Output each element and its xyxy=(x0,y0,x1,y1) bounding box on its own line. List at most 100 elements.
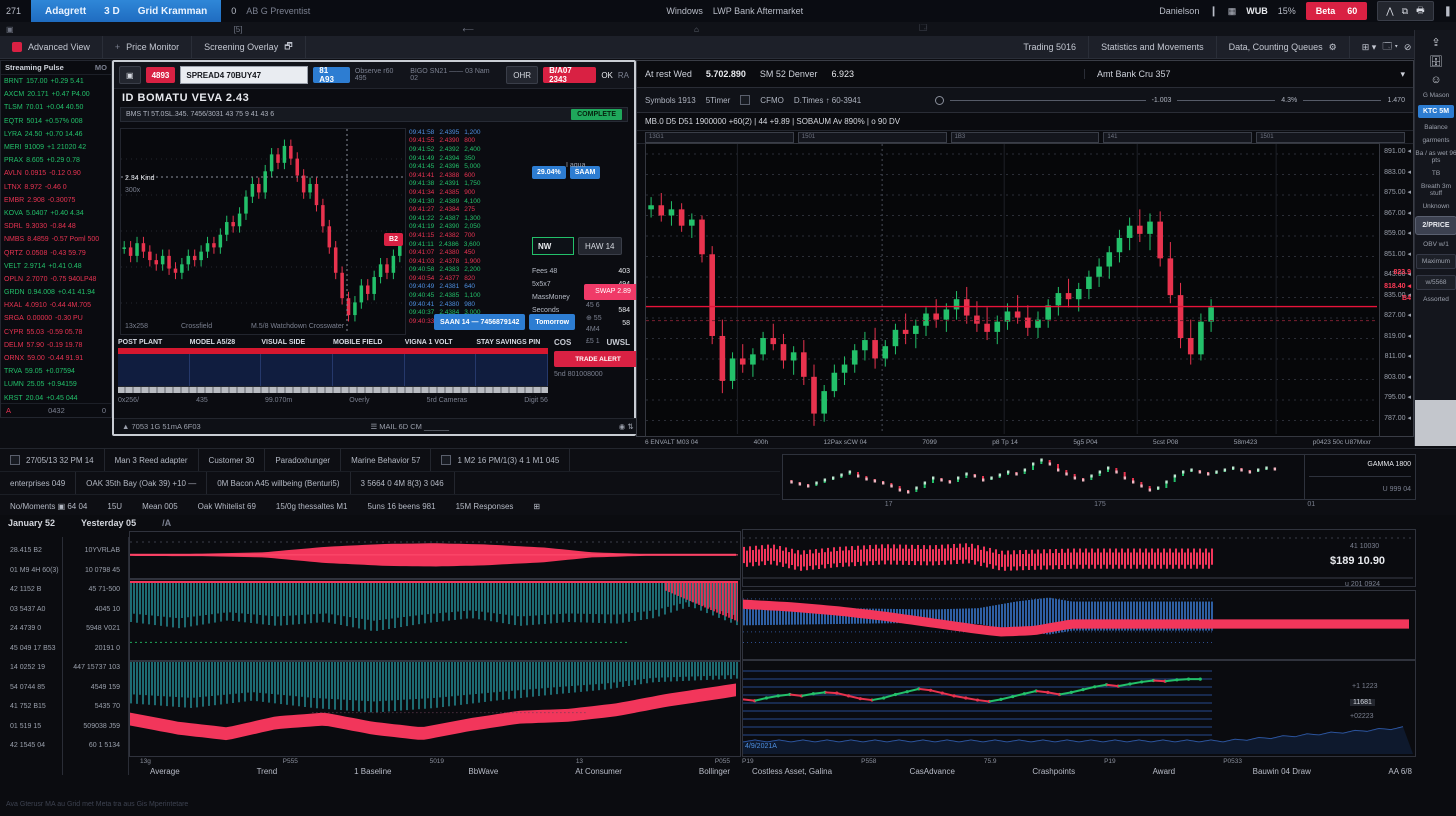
screening-overlay-control[interactable]: Screening Overlay 🗗 xyxy=(192,36,306,58)
watchlist-row[interactable]: LYRA24.50+0.70 14.46 xyxy=(1,128,111,141)
watchlist-row[interactable]: CYPR55.03-0.59 05.78 xyxy=(1,326,111,339)
indicator-L2[interactable] xyxy=(129,579,741,661)
overlay-checkbox[interactable] xyxy=(740,95,750,105)
assorted-label[interactable]: Assorted xyxy=(1423,296,1449,303)
phone-icon[interactable]: ❙ xyxy=(1209,6,1217,17)
rail-item-5[interactable]: TB xyxy=(1432,170,1440,177)
time-and-sales[interactable]: 09:41:582.43951,20009:41:552.439080009:4… xyxy=(409,128,529,333)
qty-input[interactable]: NW xyxy=(532,237,574,255)
alert-indicator[interactable]: A xyxy=(6,406,11,415)
watchlist-row[interactable]: GRDN0.94.008+0.41 41.94 xyxy=(1,286,111,299)
advanced-view-control[interactable]: Advanced View xyxy=(0,36,103,58)
haw-button[interactable]: HAW 14 xyxy=(578,237,622,255)
app-icon[interactable]: ▣ xyxy=(6,25,14,34)
dtimes-control[interactable]: D.Times ↑ 60-3941 xyxy=(794,96,861,105)
tab-1[interactable]: Adagrett xyxy=(45,6,86,17)
sell-hotkey-button[interactable]: B/A07 2343 xyxy=(543,67,596,83)
layers-icon[interactable]: ⧉ xyxy=(1402,6,1408,17)
maximum-box[interactable]: Maximum xyxy=(1416,254,1456,269)
mid-menu-item-6[interactable]: 15M Responses xyxy=(446,495,524,517)
watchlist-row[interactable]: BRNT157.00+0.29 5.41 xyxy=(1,75,111,88)
position-marker[interactable]: B2 xyxy=(384,233,403,246)
statistics-menu[interactable]: Statistics and Movements xyxy=(1089,36,1217,58)
mid-seg-a0[interactable]: 27/05/13 32 PM 14 xyxy=(0,449,105,471)
range-slider[interactable]: -1.003 4.3% 1.470 xyxy=(935,96,1405,105)
back-arrow-icon[interactable]: ⟵ xyxy=(462,25,473,34)
titlebar-center-1[interactable]: Windows xyxy=(666,6,703,16)
time-axis[interactable]: 6 ENVALT M03 04400h12Pax sCW 047099p8 Tp… xyxy=(645,439,1371,446)
mid-seg-a2[interactable]: Customer 30 xyxy=(199,449,266,471)
table-header-cell[interactable]: POST PLANT xyxy=(118,339,190,346)
price-mode-button[interactable]: 2/PRICE xyxy=(1415,216,1456,235)
indicator-R1[interactable] xyxy=(742,529,1416,587)
mid-seg-a4[interactable]: Marine Behavior 57 xyxy=(341,449,431,471)
w5568-box[interactable]: w/5568 xyxy=(1416,275,1456,290)
mid-seg-b0[interactable]: enterprises 049 xyxy=(0,472,76,494)
mid-seg-a1[interactable]: Man 3 Reed adapter xyxy=(105,449,199,471)
data-menu[interactable]: Data, Counting Queues⚙ xyxy=(1217,36,1350,58)
truck-icon[interactable]: 🖶 xyxy=(1416,3,1425,19)
user-icon[interactable]: ☺ xyxy=(1430,74,1441,86)
tab-3[interactable]: Grid Kramman xyxy=(138,6,207,17)
mid-menu-item-3[interactable]: Oak Whitelist 69 xyxy=(188,495,266,517)
mid-seg-b3[interactable]: 3 5664 0 4M 8(3) 3 046 xyxy=(351,472,455,494)
rail-item-0[interactable]: G Mason xyxy=(1423,92,1449,99)
watchlist-row[interactable]: NMBS8.4859-0.57 Poml 500 xyxy=(1,233,111,246)
mini-chart[interactable]: 2.34 Kind 300x 13x258 Crossfield M.5/8 W… xyxy=(120,128,406,335)
timer-control[interactable]: 5Timer xyxy=(706,96,731,105)
watchlist-row[interactable]: DELM57.90-0.19 19.78 xyxy=(1,339,111,352)
mid-menu-item-7[interactable]: ⊞ xyxy=(523,495,550,517)
grid-icon[interactable]: ▦ xyxy=(1228,6,1237,17)
more-icon[interactable]: ❚ xyxy=(1444,6,1456,17)
block-icon[interactable]: ⊘ xyxy=(1404,42,1412,53)
copy-icon[interactable]: 🗗 xyxy=(284,39,292,55)
watchlist-row[interactable]: SDRL9.3030-0.84 48 xyxy=(1,220,111,233)
mid-seg-a3[interactable]: Paradoxhunger xyxy=(265,449,341,471)
watchlist-row[interactable]: LTNX8.972-0.46 0 xyxy=(1,181,111,194)
watchlist-row[interactable]: MERI91009+1 21020 42 xyxy=(1,141,111,154)
chart-icon[interactable]: ⋀ xyxy=(1386,6,1393,17)
positions-table[interactable]: POST PLANTMODEL A5/28VISUAL SIDEMOBILE F… xyxy=(118,336,548,407)
segment-box[interactable]: 1501 xyxy=(798,132,947,143)
trade-alert-button[interactable]: TRADE ALERT xyxy=(554,351,642,367)
cfmo-control[interactable]: CFMO xyxy=(760,96,784,105)
period-label-1[interactable]: January 52 xyxy=(8,518,55,528)
watchlist-row[interactable]: EMBR2.908-0.30075 xyxy=(1,194,111,207)
rail-item-3[interactable]: garments xyxy=(1422,137,1449,144)
beta-button[interactable]: Beta 60 xyxy=(1306,2,1368,20)
titlebar-tools[interactable]: ⋀ ⧉ 🖶 xyxy=(1377,1,1433,21)
table-header-cell[interactable]: VISUAL SIDE xyxy=(261,339,333,346)
home-icon[interactable]: ⌂ xyxy=(694,25,699,34)
mid-menu-item-4[interactable]: 15/0g thessaltes M1 xyxy=(266,495,358,517)
gear-icon[interactable]: ⚙ xyxy=(1329,42,1337,53)
rail-item-7[interactable]: Unknown xyxy=(1422,203,1449,210)
indicator-R2[interactable] xyxy=(742,590,1416,660)
watchlist-row[interactable]: PRAX8.605+0.29 0.78 xyxy=(1,154,111,167)
price-monitor-control[interactable]: + Price Monitor xyxy=(103,36,192,58)
pct-chip[interactable]: 29.04% xyxy=(532,166,566,179)
rail-item-2[interactable]: Balance xyxy=(1424,124,1448,131)
table-header-cell[interactable]: STAY SAVINGS PIN xyxy=(476,339,548,346)
cancel-all-button[interactable]: 4893 xyxy=(146,67,176,83)
quote-button[interactable]: 81 A93 xyxy=(313,67,350,83)
watchlist-row[interactable]: SRGA0.00000-0.30 PU xyxy=(1,312,111,325)
rail-chip[interactable]: KTC 5M xyxy=(1418,105,1454,118)
mid-menu-item-2[interactable]: Mean 005 xyxy=(132,495,188,517)
watchlist-row[interactable]: TRVA59.05+0.07594 xyxy=(1,365,111,378)
collapse-icon[interactable]: ▾ xyxy=(1400,69,1405,80)
watchlist-row[interactable]: ORNX59.00-0.44 91.91 xyxy=(1,352,111,365)
swap-button[interactable]: SWAP 2.89 xyxy=(584,284,642,300)
chart-plot[interactable] xyxy=(645,143,1380,437)
ohr-button[interactable]: OHR xyxy=(506,66,538,84)
menu-button[interactable]: ▣ xyxy=(119,66,141,84)
spark-panel[interactable]: GAMMA 1800 U 999 04 xyxy=(782,454,1416,500)
mid-seg-b2[interactable]: 0M Bacon A45 willbeing (Benturi5) xyxy=(207,472,350,494)
grid-layout-icon[interactable]: ⊞ ▾ xyxy=(1362,42,1377,53)
mid-seg-a5[interactable]: 1 M2 16 PM/1(3) 4 1 M1 045 xyxy=(431,449,570,471)
symbol-input[interactable]: SPREAD4 70BUY47 xyxy=(180,66,308,84)
segment-box[interactable]: 1B3 xyxy=(951,132,1100,143)
segment-box[interactable]: 1501 xyxy=(1256,132,1405,143)
alt-order-button[interactable]: Tomorrow xyxy=(529,314,575,330)
indicator-L3[interactable] xyxy=(129,661,741,757)
mid-seg-b1[interactable]: OAK 35th Bay (Oak 39) +10 — xyxy=(76,472,207,494)
